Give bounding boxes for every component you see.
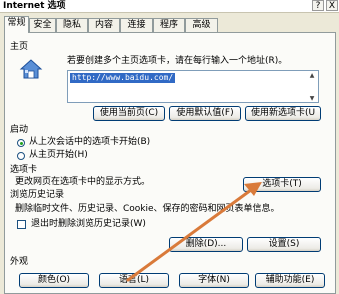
homepage-instruction: 若要创建多个主页选项卡，请在每行输入一个地址(R)。 xyxy=(67,56,288,66)
history-description: 删除临时文件、历史记录、Cookie、保存的密码和网页表单信息。 xyxy=(15,204,280,214)
tab-general[interactable]: 常规 xyxy=(4,16,29,33)
tabs-heading: 选项卡 xyxy=(10,165,38,175)
close-button[interactable]: X xyxy=(326,0,338,11)
homepage-url-text: http://www.baidu.com/ xyxy=(70,73,176,83)
fonts-button[interactable]: 字体(N) xyxy=(179,273,249,288)
tab-programs[interactable]: 程序 xyxy=(153,18,185,32)
general-panel: 主页 若要创建多个主页选项卡，请在每行输入一个地址(R)。 http://www… xyxy=(4,32,336,294)
colors-button[interactable]: 颜色(O) xyxy=(19,273,89,288)
homepage-heading: 主页 xyxy=(10,42,29,52)
tabs-description: 更改网页在选项卡中的显示方式。 xyxy=(15,177,151,187)
window-title: Internet 选项 xyxy=(3,1,66,11)
use-new-tab-button[interactable]: 使用新选项卡(U xyxy=(245,106,321,121)
scroll-down-icon[interactable]: ▼ xyxy=(307,96,317,102)
home-icon xyxy=(19,59,43,79)
radio-last-session[interactable] xyxy=(17,139,25,147)
tab-security[interactable]: 安全 xyxy=(29,18,56,32)
startup-home-label: 从主页开始(H) xyxy=(29,150,88,160)
tab-content[interactable]: 内容 xyxy=(88,18,120,32)
scroll-up-icon[interactable]: ▲ xyxy=(307,73,317,79)
delete-on-exit-label: 退出时删除浏览历史记录(W) xyxy=(31,219,146,229)
use-current-button[interactable]: 使用当前页(C) xyxy=(93,106,165,121)
appearance-heading: 外观 xyxy=(10,257,29,267)
tab-advanced[interactable]: 高级 xyxy=(185,18,218,32)
languages-button[interactable]: 语言(L) xyxy=(99,273,169,288)
help-button[interactable]: ? xyxy=(312,0,324,11)
startup-last-session-label: 从上次会话中的选项卡开始(B) xyxy=(29,137,151,147)
accessibility-button[interactable]: 辅助功能(E) xyxy=(255,273,325,288)
tab-privacy[interactable]: 隐私 xyxy=(56,18,88,32)
use-default-button[interactable]: 使用默认值(F) xyxy=(169,106,241,121)
startup-heading: 启动 xyxy=(10,125,29,135)
homepage-url-input[interactable]: http://www.baidu.com/ ▲ ▼ xyxy=(67,70,319,103)
tabs-settings-button[interactable]: 选项卡(T) xyxy=(243,177,321,192)
delete-history-button[interactable]: 删除(D)... xyxy=(169,237,243,252)
title-bar: Internet 选项 ? X xyxy=(0,0,339,13)
history-heading: 浏览历史记录 xyxy=(10,190,65,200)
radio-homepage[interactable] xyxy=(17,152,25,160)
url-scrollbar[interactable]: ▲ ▼ xyxy=(307,72,317,103)
delete-on-exit-checkbox[interactable] xyxy=(17,220,26,229)
history-settings-button[interactable]: 设置(S) xyxy=(247,237,321,252)
tab-connections[interactable]: 连接 xyxy=(120,18,153,32)
